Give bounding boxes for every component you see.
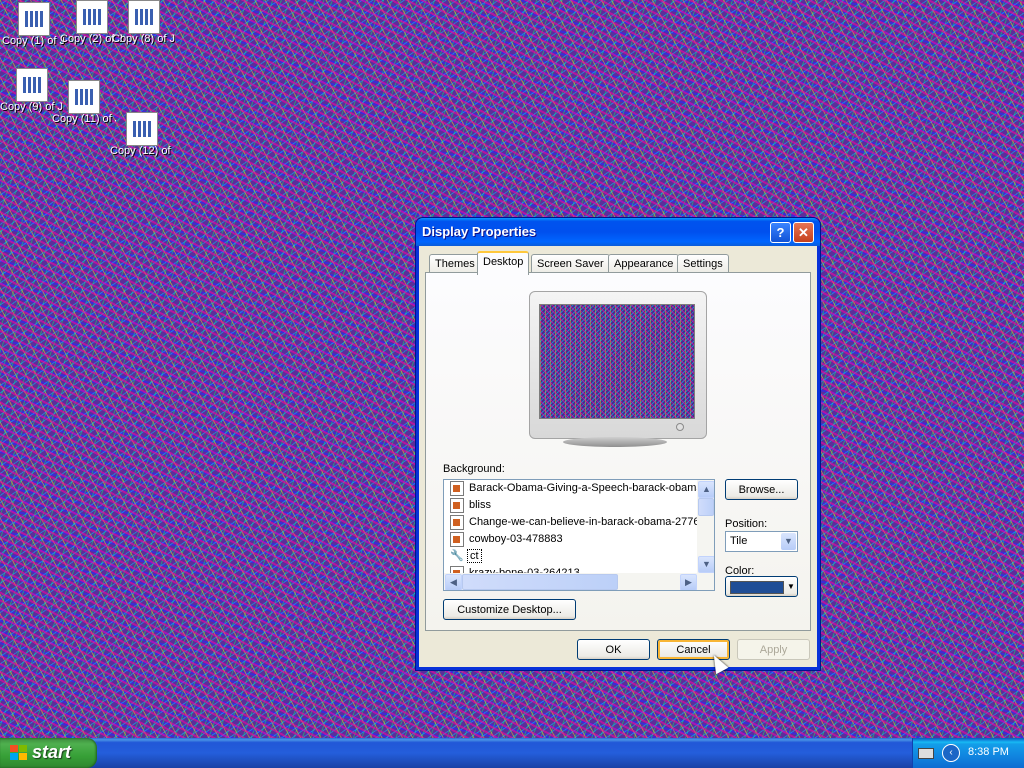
- apply-button[interactable]: Apply: [737, 639, 810, 660]
- start-button[interactable]: start: [0, 738, 97, 768]
- keyboard-icon[interactable]: [918, 748, 934, 759]
- position-value: Tile: [730, 535, 748, 547]
- tray-collapse-icon[interactable]: ‹: [942, 744, 960, 762]
- list-item[interactable]: Change-we-can-believe-in-barack-obama-27…: [450, 514, 698, 531]
- ok-button-label: OK: [605, 644, 622, 656]
- list-item-label: bliss: [469, 499, 492, 511]
- monitor-preview: [529, 291, 707, 439]
- image-file-icon: [450, 514, 464, 530]
- scroll-thumb[interactable]: [698, 498, 714, 516]
- document-icon: [76, 0, 108, 34]
- tab-settings[interactable]: Settings: [677, 254, 729, 273]
- image-file-icon: [450, 480, 464, 496]
- list-item[interactable]: Barack-Obama-Giving-a-Speech-barack-obam…: [450, 480, 698, 497]
- color-picker-button[interactable]: ▼: [725, 576, 798, 597]
- desktop-icon-label: Copy (1) of JERKOFF: [2, 36, 66, 47]
- list-item[interactable]: bliss: [450, 497, 698, 514]
- clock[interactable]: 8:38 PM: [968, 746, 1009, 758]
- desktop-tab-panel: Background: Barack-Obama-Giving-a-Speech…: [425, 272, 811, 631]
- cancel-button-label: Cancel: [676, 644, 711, 656]
- question-mark-icon: ?: [776, 225, 785, 240]
- scroll-left-icon[interactable]: ◀: [445, 574, 462, 590]
- document-icon: [18, 2, 50, 36]
- tab-screen-saver[interactable]: Screen Saver: [531, 254, 610, 273]
- position-select[interactable]: Tile ▼: [725, 531, 798, 552]
- help-button[interactable]: ?: [770, 222, 791, 243]
- scroll-down-icon[interactable]: ▼: [698, 556, 714, 573]
- taskbar: start ‹ 8:38 PM: [0, 738, 1024, 768]
- apply-button-label: Apply: [759, 644, 788, 656]
- browse-button-label: Browse...: [738, 484, 785, 496]
- close-button[interactable]: ✕: [793, 222, 814, 243]
- list-item-label: Change-we-can-believe-in-barack-obama-27…: [469, 516, 698, 528]
- customize-desktop-label: Customize Desktop...: [457, 604, 562, 616]
- ok-button[interactable]: OK: [577, 639, 650, 660]
- browse-button[interactable]: Browse...: [725, 479, 798, 500]
- windows-logo-icon: [10, 745, 28, 761]
- document-icon: [128, 0, 160, 34]
- wrench-icon: 🔧: [450, 550, 464, 562]
- tab-appearance[interactable]: Appearance: [608, 254, 680, 273]
- start-label: start: [32, 742, 72, 762]
- document-icon: [126, 112, 158, 146]
- background-list[interactable]: Barack-Obama-Giving-a-Speech-barack-obam…: [443, 479, 715, 591]
- position-label: Position:: [725, 518, 768, 530]
- desktop-icon[interactable]: Copy (11) of JERKOFF: [52, 80, 116, 125]
- list-item-label: ct: [467, 549, 482, 564]
- scroll-right-icon[interactable]: ▶: [680, 574, 697, 590]
- window-title: Display Properties: [422, 224, 537, 239]
- desktop-icon[interactable]: Copy (1) of JERKOFF: [2, 2, 66, 47]
- background-label: Background:: [443, 463, 505, 475]
- chevron-down-icon: ▼: [787, 582, 795, 591]
- list-item-label: Barack-Obama-Giving-a-Speech-barack-obam…: [469, 482, 698, 494]
- tab-desktop[interactable]: Desktop: [477, 251, 530, 275]
- desktop-icon[interactable]: Copy (8) of JERKOFF: [112, 0, 176, 45]
- tab-themes[interactable]: Themes: [429, 254, 481, 273]
- desktop-icon-label: Copy (8) of JERKOFF: [112, 34, 176, 45]
- color-swatch: [730, 581, 784, 594]
- desktop-icon[interactable]: Copy (12) of JERKOFF: [110, 112, 174, 157]
- desktop-icon-label: Copy (11) of JERKOFF: [52, 114, 116, 125]
- list-item-label: cowboy-03-478883: [469, 533, 563, 545]
- power-led-icon: [676, 423, 684, 431]
- window-client: Themes Desktop Screen Saver Appearance S…: [419, 246, 817, 667]
- document-icon: [16, 68, 48, 102]
- customize-desktop-button[interactable]: Customize Desktop...: [443, 599, 576, 620]
- document-icon: [68, 80, 100, 114]
- scroll-up-icon[interactable]: ▲: [698, 481, 714, 498]
- image-file-icon: [450, 497, 464, 513]
- system-tray: ‹ 8:38 PM: [912, 738, 1024, 768]
- horizontal-scrollbar[interactable]: ◀ ▶: [444, 573, 714, 590]
- vertical-scrollbar[interactable]: ▲ ▼: [697, 480, 714, 573]
- image-file-icon: [450, 531, 464, 547]
- desktop-icon-label: Copy (12) of JERKOFF: [110, 146, 174, 157]
- list-item-selected[interactable]: 🔧 ct: [450, 548, 698, 565]
- wallpaper-preview: [539, 304, 695, 419]
- display-properties-window: Display Properties ? ✕ Themes Desktop Sc…: [416, 218, 820, 670]
- list-item[interactable]: cowboy-03-478883: [450, 531, 698, 548]
- scroll-thumb[interactable]: [462, 574, 618, 590]
- close-icon: ✕: [798, 225, 809, 240]
- chevron-down-icon[interactable]: ▼: [781, 533, 796, 550]
- monitor-stand: [563, 437, 667, 447]
- title-bar[interactable]: Display Properties ? ✕: [416, 218, 820, 246]
